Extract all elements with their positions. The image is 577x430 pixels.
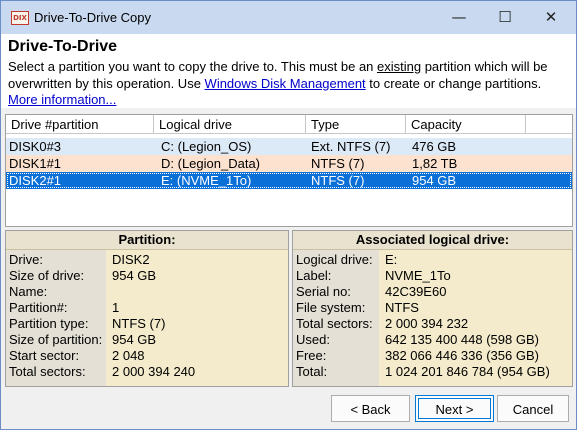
- cancel-button[interactable]: Cancel: [497, 395, 569, 422]
- field-value: 42C39E60: [385, 284, 447, 299]
- description-emphasis: existing: [377, 59, 422, 74]
- partition-info-panel: Partition: Drive: DISK2 Size of drive: 954 …: [5, 230, 289, 387]
- window-title: Drive-To-Drive Copy: [34, 10, 152, 25]
- field-value: 2 000 394 240: [112, 364, 196, 379]
- field-label: Size of drive:: [9, 268, 85, 283]
- description-text: to create or change partitions.: [365, 75, 542, 91]
- minimize-button[interactable]: —: [436, 1, 482, 34]
- app-icon: DIX: [11, 11, 29, 25]
- description: Select a partition you want to copy the …: [8, 59, 573, 109]
- cell-capacity: 1,82 TB: [412, 156, 458, 171]
- cell-type: NTFS (7): [311, 156, 365, 171]
- field-label: Partition type:: [9, 316, 89, 331]
- field-label: Size of partition:: [9, 332, 103, 347]
- field-label: Logical drive:: [296, 252, 373, 267]
- more-information-link[interactable]: More information...: [8, 92, 116, 107]
- back-button[interactable]: < Back: [331, 395, 410, 422]
- field-label: Label:: [296, 268, 332, 283]
- field-value: NTFS: [385, 300, 419, 315]
- partition-panel-title: Partition:: [6, 231, 288, 250]
- table-row[interactable]: DISK0#3 C: (Legion_OS) Ext. NTFS (7) 476…: [6, 138, 572, 155]
- next-button-label: Next >: [435, 402, 474, 417]
- cell-capacity: 476 GB: [412, 139, 457, 154]
- back-button-label: < Back: [350, 402, 391, 417]
- field-value: NVME_1To: [385, 268, 451, 283]
- field-value: 2 048: [112, 348, 145, 363]
- drive-to-drive-dialog: DIX Drive-To-Drive Copy — ☐ ✕ Drive-To-D…: [0, 0, 577, 430]
- column-header-filler: [526, 115, 572, 134]
- field-label: Partition#:: [9, 300, 68, 315]
- cancel-button-label: Cancel: [512, 402, 554, 417]
- field-value: 1 024 201 846 784 (954 GB): [385, 364, 550, 379]
- field-label: Serial no:: [296, 284, 351, 299]
- field-value: NTFS (7): [112, 316, 166, 331]
- cell-type: NTFS (7): [311, 173, 365, 188]
- field-label: Name:: [9, 284, 48, 299]
- field-value: 1: [112, 300, 120, 315]
- header-panel: Drive-To-Drive Select a partition you wa…: [1, 34, 576, 108]
- field-label: Total sectors:: [9, 364, 86, 379]
- maximize-button[interactable]: ☐: [482, 1, 528, 34]
- column-header-drive-partition[interactable]: Drive #partition: [6, 115, 154, 134]
- field-value: 642 135 400 448 (598 GB): [385, 332, 539, 347]
- cell-logical-drive: D: (Legion_Data): [161, 156, 260, 171]
- title-bar: DIX Drive-To-Drive Copy — ☐ ✕: [1, 1, 576, 34]
- cell-logical-drive: C: (Legion_OS): [161, 139, 252, 154]
- column-header-type[interactable]: Type: [306, 115, 406, 134]
- page-title: Drive-To-Drive: [8, 38, 118, 55]
- field-label: Used:: [296, 332, 330, 347]
- field-value: DISK2: [112, 252, 150, 267]
- field-label: Drive:: [9, 252, 43, 267]
- close-icon: ✕: [544, 8, 558, 26]
- cell-drive-partition: DISK1#1: [9, 156, 62, 171]
- field-label: Start sector:: [9, 348, 80, 363]
- cell-logical-drive: E: (NVME_1To): [161, 173, 252, 188]
- field-value: 382 066 446 336 (356 GB): [385, 348, 539, 363]
- table-row[interactable]: DISK1#1 D: (Legion_Data) NTFS (7) 1,82 T…: [6, 155, 572, 172]
- field-value: 954 GB: [112, 268, 157, 283]
- logical-panel-title: Associated logical drive:: [293, 231, 572, 250]
- close-button[interactable]: ✕: [528, 1, 574, 34]
- list-header: Drive #partition Logical drive Type Capa…: [6, 115, 572, 135]
- disk-management-link[interactable]: Windows Disk Management: [205, 76, 366, 91]
- column-header-capacity[interactable]: Capacity: [406, 115, 526, 134]
- cell-drive-partition: DISK0#3: [9, 139, 62, 154]
- column-header-logical-drive[interactable]: Logical drive: [154, 115, 306, 134]
- next-button[interactable]: Next >: [415, 395, 494, 422]
- field-label: Total sectors:: [296, 316, 373, 331]
- logical-drive-info-panel: Associated logical drive: Logical drive:…: [292, 230, 573, 387]
- maximize-icon: ☐: [498, 8, 512, 26]
- description-text: Select a partition you want to copy the …: [8, 59, 378, 74]
- field-value: E:: [385, 252, 398, 267]
- field-label: Total:: [296, 364, 328, 379]
- partition-list[interactable]: Drive #partition Logical drive Type Capa…: [5, 114, 573, 227]
- cell-drive-partition: DISK2#1: [9, 173, 62, 188]
- cell-type: Ext. NTFS (7): [311, 139, 391, 154]
- minimize-icon: —: [451, 8, 467, 26]
- cell-capacity: 954 GB: [412, 173, 457, 188]
- field-value: 954 GB: [112, 332, 157, 347]
- table-row-selected[interactable]: DISK2#1 E: (NVME_1To) NTFS (7) 954 GB: [6, 172, 572, 189]
- field-label: Free:: [296, 348, 327, 363]
- field-value: 2 000 394 232: [385, 316, 469, 331]
- field-label: File system:: [296, 300, 366, 315]
